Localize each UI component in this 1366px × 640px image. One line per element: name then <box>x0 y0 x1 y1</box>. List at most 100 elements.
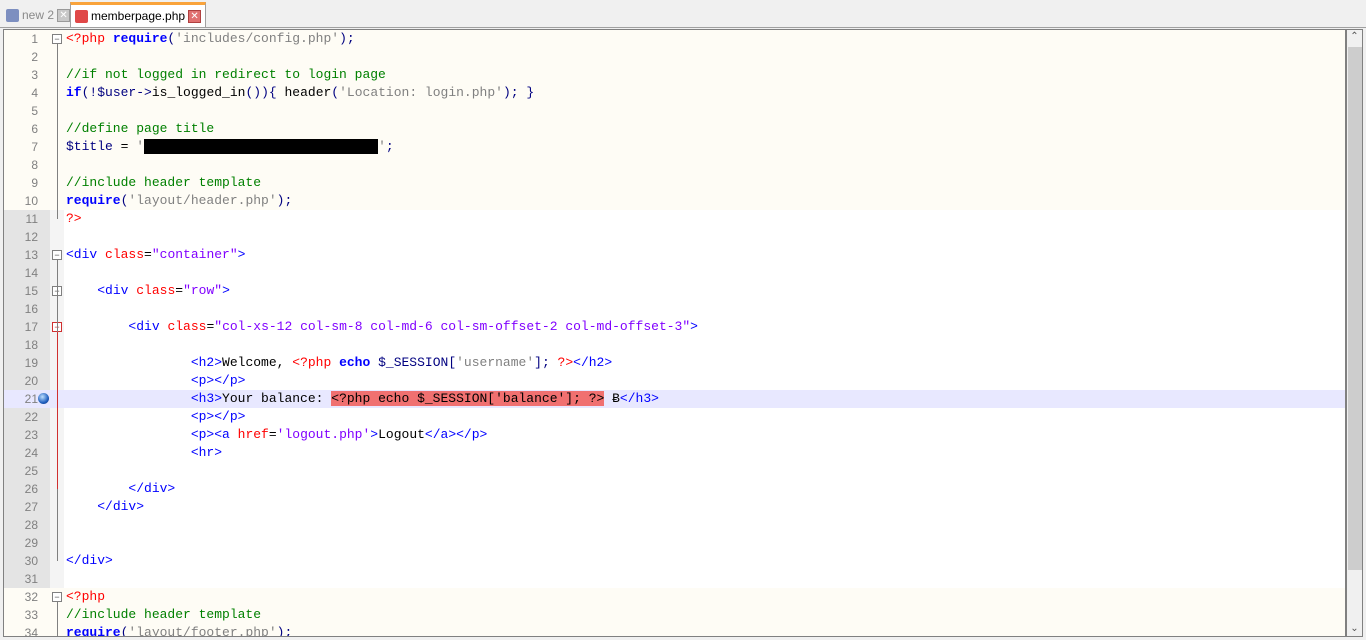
code-line[interactable]: 24 <hr> <box>4 444 1345 462</box>
code-line[interactable]: 14 <box>4 264 1345 282</box>
fold-toggle-icon[interactable]: − <box>52 592 62 602</box>
code-token: <p></p> <box>190 409 246 424</box>
code-token: require <box>112 31 168 46</box>
code-text: require('layout/header.php'); <box>66 192 292 210</box>
code-line[interactable]: 19 <h2>Welcome, <?php echo $_SESSION['us… <box>4 354 1345 372</box>
code-token: Ƀ <box>604 391 620 406</box>
code-token: $_SESSION <box>378 355 449 370</box>
code-line[interactable]: 2 <box>4 48 1345 66</box>
code-line[interactable]: 30 </div> <box>4 552 1345 570</box>
code-line[interactable]: 9 //include header template <box>4 174 1345 192</box>
scroll-up-icon[interactable]: ⌃ <box>1347 31 1362 42</box>
code-line[interactable]: 1 − <?php require('includes/config.php'); <box>4 30 1345 48</box>
code-line[interactable]: 31 <box>4 570 1345 588</box>
code-token: <div <box>66 247 106 262</box>
tab-label: new 2 <box>22 8 55 22</box>
line-number: 10 <box>24 194 38 208</box>
line-number: 11 <box>25 212 38 226</box>
code-token: </div> <box>66 553 113 568</box>
code-text: if(!$user->is_logged_in()){ header('Loca… <box>66 84 534 102</box>
code-line[interactable]: 5 <box>4 102 1345 120</box>
code-line[interactable]: 22 <p></p> <box>4 408 1345 426</box>
code-token: $title <box>66 139 113 154</box>
code-line[interactable]: 18 <box>4 336 1345 354</box>
code-token: ()){ <box>245 85 285 100</box>
unsaved-file-icon <box>75 9 88 23</box>
line-number: 14 <box>24 266 38 280</box>
fold-toggle-icon[interactable]: − <box>52 34 62 44</box>
code-line[interactable]: 34 require('layout/footer.php'); <box>4 624 1345 637</box>
scroll-down-icon[interactable]: ⌄ <box>1347 623 1362 634</box>
code-line[interactable]: 17− <div class="col-xs-12 col-sm-8 col-m… <box>4 318 1345 336</box>
code-editor[interactable]: 1− <?php require('includes/config.php'); 2… <box>3 29 1346 637</box>
code-token: ); <box>276 625 293 637</box>
code-line[interactable]: 7 $title = ' '; <box>4 138 1345 156</box>
code-line[interactable]: 32 − <?php <box>4 588 1345 606</box>
code-token: <div <box>97 283 137 298</box>
code-text: $title = ' '; <box>66 138 394 156</box>
code-line[interactable]: 28 <box>4 516 1345 534</box>
code-line[interactable]: 25 <box>4 462 1345 480</box>
code-token: class <box>167 319 207 334</box>
code-line[interactable]: 27 </div> <box>4 498 1345 516</box>
code-token: href <box>237 427 269 442</box>
code-line[interactable]: 3 //if not logged in redirect to login pa… <box>4 66 1345 84</box>
code-token: [ <box>448 355 457 370</box>
code-line[interactable]: 33 //include header template <box>4 606 1345 624</box>
code-token: "col-xs-12 col-sm-8 col-md-6 col-sm-offs… <box>214 319 691 334</box>
code-token: <p><a <box>190 427 238 442</box>
code-token: -> <box>136 85 152 100</box>
line-number: 20 <box>24 374 38 388</box>
code-line[interactable]: 12 <box>4 228 1345 246</box>
vertical-scrollbar[interactable]: ⌃ ⌄ <box>1346 29 1363 637</box>
code-line[interactable]: 13 − <div class="container"> <box>4 246 1345 264</box>
code-token: <?php <box>292 355 340 370</box>
code-line[interactable]: 8 <box>4 156 1345 174</box>
code-token: $user <box>97 85 137 100</box>
tab-memberpage[interactable]: memberpage.php ✕ <box>70 2 207 27</box>
code-token: </a></p> <box>424 427 488 442</box>
code-line[interactable]: 10 require('layout/header.php'); <box>4 192 1345 210</box>
line-number: 9 <box>31 176 38 190</box>
line-number: 27 <box>24 500 38 514</box>
code-line[interactable]: 23 <p><a href='logout.php'>Logout</a></p… <box>4 426 1345 444</box>
code-line[interactable]: 29 <box>4 534 1345 552</box>
code-line[interactable]: 15− <div class="row"> <box>4 282 1345 300</box>
code-token: ); <box>276 193 293 208</box>
code-line[interactable]: 11 ?> <box>4 210 1345 228</box>
code-line[interactable]: 21 <h3>Your balance: <?php echo $_SESSIO… <box>4 390 1345 408</box>
code-token: > <box>237 247 246 262</box>
code-line[interactable]: 26 </div> <box>4 480 1345 498</box>
code-token: 'username' <box>456 355 535 370</box>
code-text: <h3>Your balance: <?php echo $_SESSION['… <box>66 390 659 408</box>
code-text: //define page title <box>66 120 214 138</box>
code-token: //include header template <box>66 175 262 190</box>
code-line[interactable]: 16 <box>4 300 1345 318</box>
code-text: <div class="col-xs-12 col-sm-8 col-md-6 … <box>66 318 698 336</box>
close-icon[interactable]: ✕ <box>188 9 202 23</box>
bookmark-icon[interactable] <box>38 393 49 404</box>
close-icon[interactable]: ✕ <box>57 8 71 22</box>
code-token: 'Location: login.php' <box>339 85 503 100</box>
code-line[interactable]: 4 if(!$user->is_logged_in()){ header('Loc… <box>4 84 1345 102</box>
line-number: 24 <box>24 446 38 460</box>
code-token: ' <box>136 139 145 154</box>
fold-toggle-icon[interactable]: − <box>52 250 62 260</box>
scrollbar-thumb[interactable] <box>1348 47 1362 570</box>
code-token: header <box>284 85 332 100</box>
tab-label: memberpage.php <box>91 9 186 23</box>
code-token: class <box>105 247 145 262</box>
line-number: 19 <box>24 356 38 370</box>
code-text: require('layout/footer.php'); <box>66 624 293 637</box>
code-line[interactable]: 20 <p></p> <box>4 372 1345 390</box>
tab-new-2[interactable]: new 2 ✕ <box>2 4 74 26</box>
redacted-text <box>144 139 379 154</box>
code-token: <h3> <box>190 391 223 406</box>
code-line[interactable]: 6 //define page title <box>4 120 1345 138</box>
